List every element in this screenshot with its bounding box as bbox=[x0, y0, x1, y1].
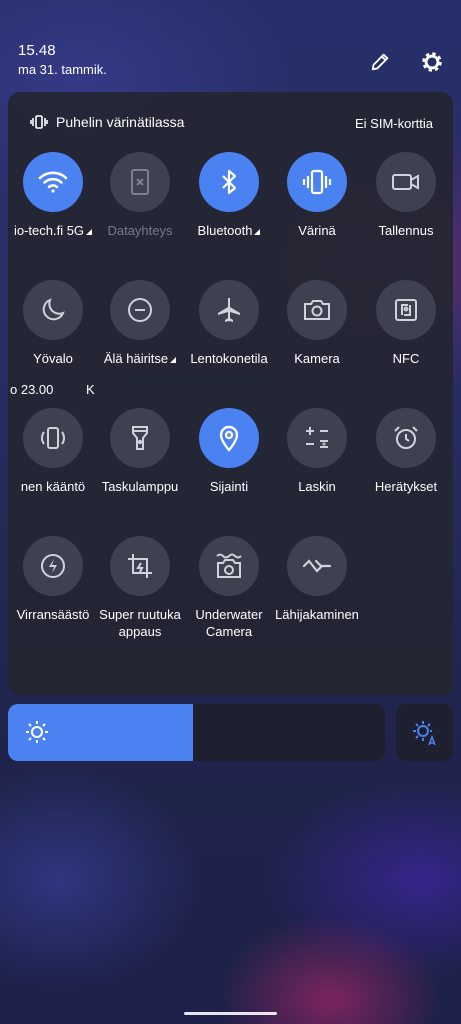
battery-saver-icon bbox=[23, 536, 83, 596]
screen-record-icon bbox=[376, 152, 436, 212]
vibrate-icon bbox=[287, 152, 347, 212]
status-area: 15.48 ma 31. tammik. bbox=[18, 42, 107, 79]
tile-nearby-share[interactable]: Lähijakaminen bbox=[272, 536, 362, 646]
tile-bluetooth[interactable]: Bluetooth bbox=[184, 152, 274, 262]
nearby-share-icon bbox=[287, 536, 347, 596]
tile-mobile-data[interactable]: Datayhteys bbox=[95, 152, 185, 262]
tile-camera[interactable]: Kamera bbox=[272, 280, 362, 390]
sim-status: Ei SIM-korttia bbox=[354, 116, 433, 131]
tile-do-not-disturb[interactable]: Älä häiritse bbox=[95, 280, 185, 390]
tile-airplane[interactable]: Lentokonetila bbox=[184, 280, 274, 390]
tile-label: Älä häiritse bbox=[103, 351, 169, 366]
home-indicator[interactable] bbox=[184, 1012, 277, 1015]
tile-screen-record[interactable]: Tallennus bbox=[361, 152, 451, 262]
screenshot-icon bbox=[110, 536, 170, 596]
do-not-disturb-icon bbox=[110, 280, 170, 340]
ringer-mode-label: Puhelin värinätilassa bbox=[56, 114, 185, 130]
nfc-icon bbox=[376, 280, 436, 340]
auto-brightness-icon bbox=[412, 720, 436, 745]
flashlight-icon bbox=[110, 408, 170, 468]
tile-alarm[interactable]: Herätykset bbox=[361, 408, 451, 518]
tile-label: Bluetooth bbox=[197, 223, 253, 238]
pencil-icon[interactable] bbox=[366, 48, 394, 76]
tile-auto-rotate[interactable]: nen kääntö bbox=[8, 408, 98, 518]
camera-icon bbox=[287, 280, 347, 340]
moon-icon bbox=[23, 280, 83, 340]
tile-wifi[interactable]: io-tech.fi 5G bbox=[8, 152, 98, 262]
date: ma 31. tammik. bbox=[18, 62, 107, 77]
tile-flashlight[interactable]: Taskulamppu bbox=[95, 408, 185, 518]
mobile-data-icon bbox=[110, 152, 170, 212]
sun-icon bbox=[24, 719, 50, 750]
wifi-icon bbox=[23, 152, 83, 212]
auto-rotate-icon bbox=[23, 408, 83, 468]
tile-underwater-camera[interactable]: Underwater Camera bbox=[184, 536, 274, 646]
quick-settings-panel: Puhelin värinätilassa Ei SIM-korttia io-… bbox=[8, 92, 453, 695]
tile-location[interactable]: Sijainti bbox=[184, 408, 274, 518]
tile-label: io-tech.fi 5G bbox=[13, 223, 85, 238]
airplane-icon bbox=[199, 280, 259, 340]
ringer-mode-indicator[interactable]: Puhelin värinätilassa bbox=[30, 114, 184, 130]
brightness-slider[interactable] bbox=[8, 704, 385, 761]
calculator-icon bbox=[287, 408, 347, 468]
night-light-schedule: o 23.00 bbox=[10, 382, 54, 397]
location-icon bbox=[199, 408, 259, 468]
auto-brightness-button[interactable] bbox=[396, 704, 453, 761]
alarm-icon bbox=[376, 408, 436, 468]
tile-label: Herätykset bbox=[374, 479, 438, 494]
tile-night-light[interactable]: Yövalo bbox=[8, 280, 98, 390]
underwater-camera-icon bbox=[199, 536, 259, 596]
tile-vibrate[interactable]: Värinä bbox=[272, 152, 362, 262]
gear-icon[interactable] bbox=[418, 48, 446, 76]
tile-label: Lähijakaminen bbox=[275, 607, 359, 622]
dnd-schedule: K bbox=[86, 382, 95, 397]
clock: 15.48 bbox=[18, 42, 56, 59]
tile-nfc[interactable]: NFC bbox=[361, 280, 451, 390]
tile-calculator[interactable]: Laskin bbox=[272, 408, 362, 518]
bluetooth-icon bbox=[199, 152, 259, 212]
tile-screenshot[interactable]: Super ruutuka appaus bbox=[95, 536, 185, 646]
tile-label: NFC bbox=[392, 351, 420, 366]
vibrate-small-icon bbox=[30, 115, 48, 129]
tile-label: Tallennus bbox=[378, 223, 434, 238]
